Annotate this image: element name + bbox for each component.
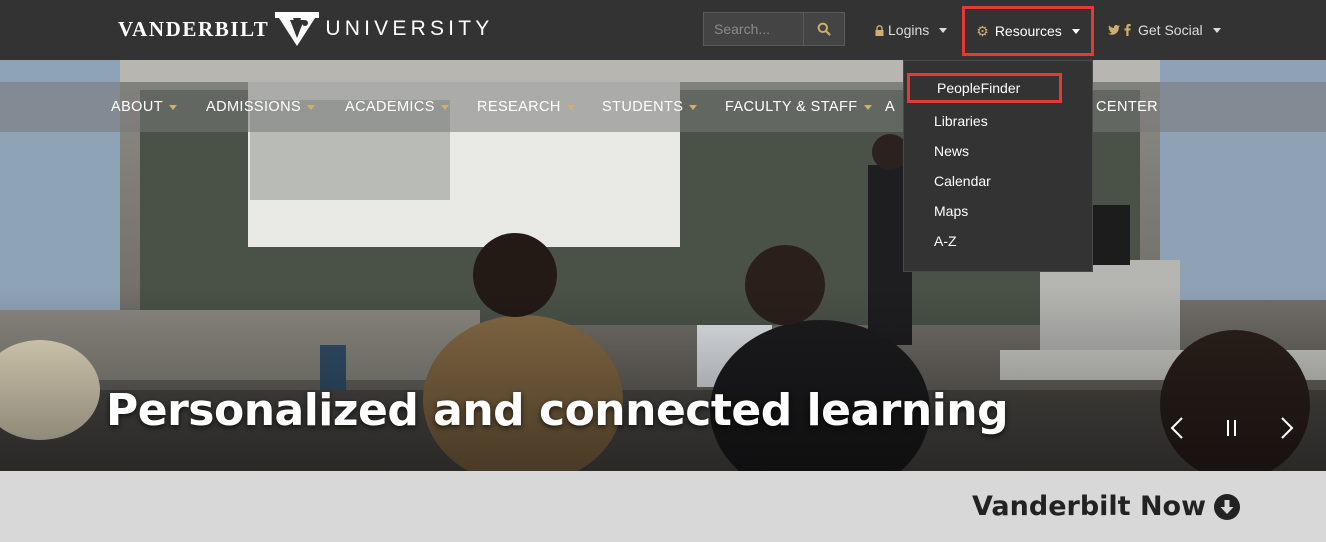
- pause-icon: [1227, 420, 1236, 436]
- twitter-icon: [1108, 25, 1120, 35]
- nav-item-about[interactable]: ABOUT: [111, 82, 177, 132]
- chevron-down-icon: [566, 104, 575, 110]
- menu-item-label: News: [934, 143, 970, 159]
- slider-pause-button[interactable]: [1214, 410, 1250, 446]
- nav-item-research[interactable]: RESEARCH: [477, 82, 575, 132]
- lock-icon: [875, 24, 884, 36]
- resources-label: Resources: [994, 23, 1062, 39]
- nav-item-academics[interactable]: ACADEMICS: [345, 82, 449, 132]
- logo-word-vanderbilt: VANDERBILT: [118, 16, 270, 41]
- resources-item-a-z[interactable]: A-Z: [904, 226, 1092, 256]
- gear-icon: ⚙: [976, 22, 989, 39]
- search-button[interactable]: [803, 12, 845, 46]
- nav-item-faculty-staff[interactable]: FACULTY & STAFF: [725, 82, 872, 132]
- site-search: [703, 12, 845, 46]
- logins-label: Logins: [888, 22, 930, 38]
- resources-item-maps[interactable]: Maps: [904, 196, 1092, 226]
- resources-dropdown: PeopleFinder Libraries News Calendar Map…: [903, 60, 1093, 272]
- chevron-down-icon: [863, 104, 872, 110]
- oak-leaf-v-logo-icon: [275, 12, 320, 46]
- nav-label: STUDENTS: [602, 99, 684, 115]
- resources-item-news[interactable]: News: [904, 136, 1092, 166]
- resources-menu[interactable]: ⚙ Resources: [962, 6, 1094, 56]
- nav-label: CENTER: [1096, 99, 1159, 115]
- vanderbilt-now-section: Vanderbilt Now: [0, 471, 1326, 542]
- resources-item-libraries[interactable]: Libraries: [904, 106, 1092, 136]
- resources-item-calendar[interactable]: Calendar: [904, 166, 1092, 196]
- main-navigation: ABOUT ADMISSIONS ACADEMICS RESEARCH STUD…: [0, 82, 1326, 132]
- nav-label: ADMISSIONS: [206, 99, 302, 115]
- vanderbilt-now-link[interactable]: Vanderbilt Now: [972, 491, 1241, 522]
- section-title: Vanderbilt Now: [972, 491, 1207, 522]
- menu-item-label: A-Z: [934, 233, 957, 249]
- chevron-down-icon: [939, 27, 948, 33]
- logo-word-university: UNIVERSITY: [325, 17, 494, 40]
- chevron-down-icon: [440, 104, 449, 110]
- chevron-right-icon: [1281, 417, 1294, 439]
- get-social-label: Get Social: [1138, 22, 1203, 38]
- facebook-icon: [1124, 24, 1131, 36]
- nav-item-admissions[interactable]: ADMISSIONS: [206, 82, 316, 132]
- top-bar: VANDERBILT UNIVERSITY Logins ⚙ Resources: [0, 0, 1326, 60]
- nav-item-students[interactable]: STUDENTS: [602, 82, 698, 132]
- chevron-left-icon: [1170, 417, 1183, 439]
- slider-prev-button[interactable]: [1159, 410, 1195, 446]
- hero-slider: ABOUT ADMISSIONS ACADEMICS RESEARCH STUD…: [0, 60, 1326, 471]
- menu-item-label: Maps: [934, 203, 969, 219]
- chevron-down-icon: [307, 104, 316, 110]
- menu-item-label: Libraries: [934, 113, 988, 129]
- search-input[interactable]: [703, 12, 803, 46]
- vanderbilt-logo[interactable]: VANDERBILT UNIVERSITY: [118, 12, 493, 46]
- resources-item-peoplefinder[interactable]: PeopleFinder: [907, 73, 1062, 103]
- nav-item-partial[interactable]: A: [885, 82, 895, 132]
- hero-headline: Personalized and connected learning: [106, 385, 1009, 436]
- logins-menu[interactable]: Logins: [875, 0, 948, 60]
- menu-item-label: PeopleFinder: [937, 80, 1021, 96]
- nav-item-center[interactable]: CENTER: [1096, 82, 1158, 132]
- search-icon: [817, 22, 831, 36]
- chevron-down-icon: [168, 104, 177, 110]
- chevron-down-icon: [1071, 28, 1080, 34]
- chevron-down-icon: [1212, 27, 1221, 33]
- get-social-menu[interactable]: Get Social: [1108, 0, 1221, 60]
- nav-label: RESEARCH: [477, 99, 561, 115]
- nav-label: ABOUT: [111, 99, 163, 115]
- chevron-down-icon: [689, 104, 698, 110]
- nav-label: FACULTY & STAFF: [725, 99, 858, 115]
- nav-label: A: [885, 99, 896, 115]
- arrow-down-circle-icon: [1214, 493, 1241, 520]
- menu-item-label: Calendar: [934, 173, 991, 189]
- slider-next-button[interactable]: [1269, 410, 1305, 446]
- nav-label: ACADEMICS: [345, 99, 435, 115]
